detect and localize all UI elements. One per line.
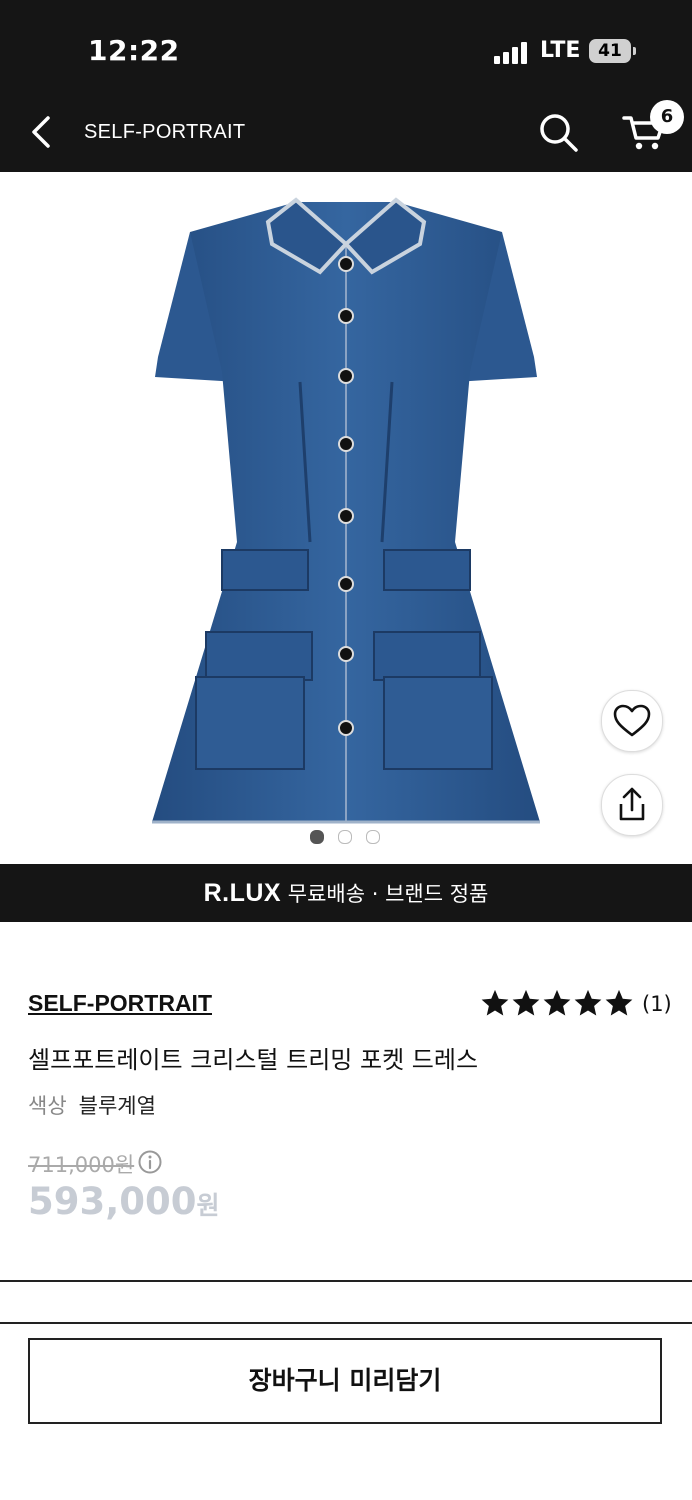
color-label: 색상 [28,1094,67,1118]
shipping-banner: R.LUX 무료배송 · 브랜드 정품 [0,864,692,922]
product-image-carousel[interactable] [0,172,692,864]
sale-price-value: 593,000 [28,1180,197,1223]
search-icon[interactable] [536,110,580,154]
add-to-cart-button[interactable]: 장바구니 미리담기 [28,1338,662,1424]
page-title: SELF-PORTRAIT [84,121,246,143]
sale-price-currency: 원 [196,1191,220,1220]
review-count[interactable]: (1) [642,992,672,1016]
section-divider [0,1322,692,1324]
color-info: 색상 블루계열 [28,1090,156,1120]
denim-dress-image [152,197,540,824]
product-name: 셀프포트레이트 크리스털 트리밍 포켓 드레스 [28,1046,479,1074]
carousel-dot-active[interactable] [310,830,324,844]
rlux-logo: R.LUX [203,879,282,907]
heart-icon [613,704,651,737]
top-navigation: SELF-PORTRAIT 6 [0,92,692,172]
status-bar: 12:22 LTE 41 [0,0,692,92]
network-type: LTE [540,38,581,63]
clock: 12:22 [88,34,180,67]
star-icon [512,989,540,1016]
star-icon [605,989,633,1016]
star-icon [481,989,509,1016]
color-value: 블루계열 [78,1094,156,1118]
back-arrow-icon[interactable] [26,112,56,152]
share-button[interactable] [601,774,663,836]
info-icon[interactable] [138,1150,162,1174]
share-icon [619,787,645,821]
carousel-dot[interactable] [338,830,352,844]
section-divider [0,1280,692,1282]
banner-text: 무료배송 · 브랜드 정품 [281,882,489,906]
battery-icon: 41 [589,39,636,63]
sale-price: 593,000원 [28,1180,220,1223]
carousel-dot[interactable] [366,830,380,844]
original-price: 711,000원 [28,1153,135,1177]
star-icon [574,989,602,1016]
brand-link[interactable]: SELF-PORTRAIT [28,990,212,1017]
wishlist-button[interactable] [601,690,663,752]
star-icon [543,989,571,1016]
cart-count-badge: 6 [650,100,684,134]
signal-icon [494,42,528,64]
